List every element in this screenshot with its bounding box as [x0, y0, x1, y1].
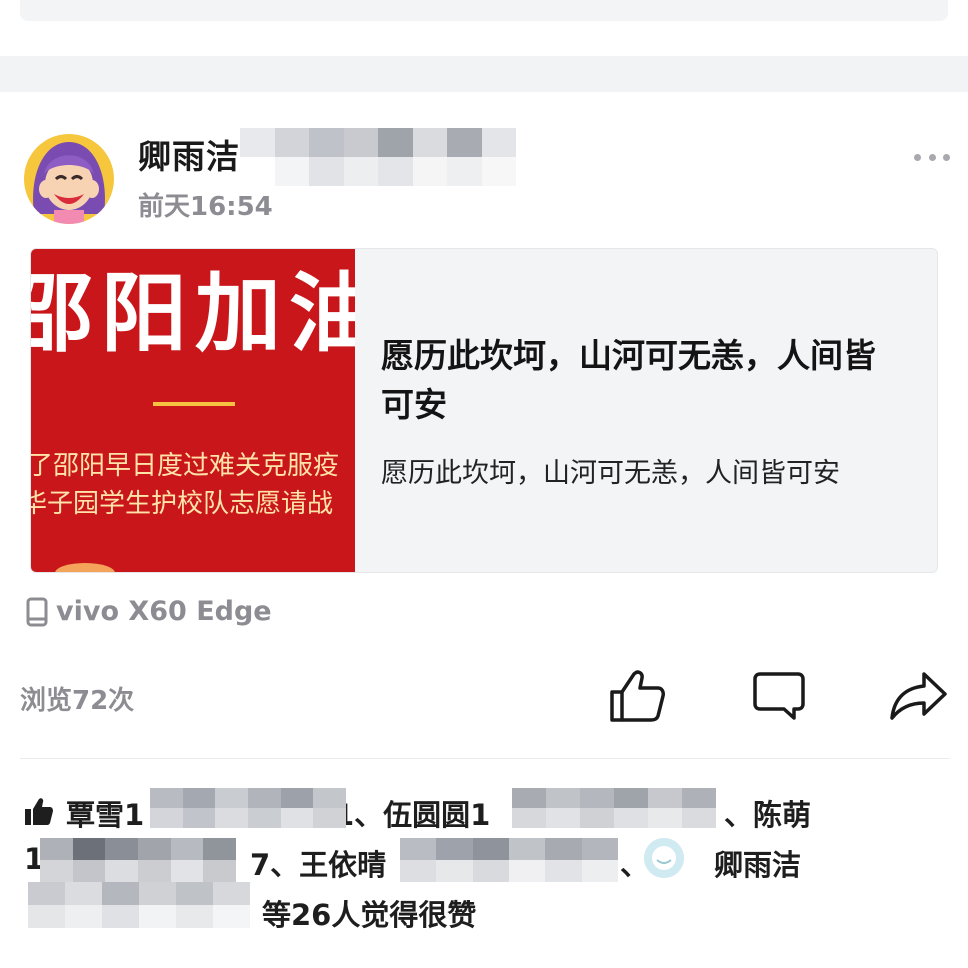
liker-avatar-icon [644, 838, 684, 878]
avatar[interactable] [644, 838, 684, 878]
thumbs-up-icon [610, 670, 665, 722]
more-options-button[interactable] [914, 148, 950, 166]
link-description: 愿历此坎坷，山河可无恙，人间皆可安 [381, 458, 840, 489]
avatar[interactable] [24, 134, 114, 224]
more-dots-icon [943, 153, 950, 161]
liker-name[interactable]: 7、王依晴 [250, 842, 386, 884]
redacted-mosaic [512, 788, 716, 828]
liker-name[interactable]: 卿雨洁 [714, 842, 801, 884]
comment-icon [753, 672, 805, 720]
device-info: vivo X60 Edge [26, 596, 272, 627]
like-button[interactable] [608, 668, 666, 724]
comment-button[interactable] [752, 670, 806, 722]
redacted-mosaic [240, 128, 516, 186]
link-title: 愿历此坎坷，山河可无恙，人间皆可安 [381, 336, 876, 424]
liker-name[interactable]: 1、伍圆圆1 [334, 792, 490, 834]
thumbnail-title: 邵阳加油 [31, 264, 355, 364]
thumbnail-divider [153, 402, 235, 406]
share-arrow-icon [890, 672, 947, 720]
liker-name[interactable]: 、陈萌 [724, 792, 811, 834]
more-dots-icon [928, 153, 936, 161]
thumbnail-line: 了邵阳早日度过难关克服疫 [31, 451, 340, 481]
shared-link-card[interactable]: 邵阳加油 了邵阳早日度过难关克服疫 华子园学生护校队志愿请战 愿历此坎坷，山河可… [30, 248, 938, 573]
liker-name[interactable]: 覃雪1 [66, 792, 144, 834]
redacted-mosaic [150, 788, 346, 828]
redacted-mosaic [28, 882, 250, 928]
link-thumbnail: 邵阳加油 了邵阳早日度过难关克服疫 华子园学生护校队志愿请战 [31, 249, 355, 572]
post-time: 前天16:54 [138, 192, 273, 222]
comment-input-bar[interactable] [20, 0, 948, 21]
phone-icon [26, 597, 48, 626]
thumbnail-decoration [55, 563, 115, 572]
device-name: vivo X60 Edge [56, 596, 272, 627]
likes-divider [20, 758, 950, 759]
post-page: 卿雨洁1 前天16:54 邵阳加油 了邵阳早日度过难关克服疫 华子园学生护校队志… [0, 0, 968, 968]
section-separator [0, 56, 968, 92]
likes-total[interactable]: 等26人觉得很赞 [262, 892, 476, 934]
thumbs-up-icon [25, 798, 53, 825]
thumbnail-line: 华子园学生护校队志愿请战 [31, 489, 334, 519]
avatar-illustration [24, 134, 114, 224]
view-count: 浏览72次 [20, 686, 135, 716]
more-dots-icon [914, 153, 921, 161]
share-button[interactable] [888, 670, 948, 722]
redacted-mosaic [400, 838, 618, 882]
redacted-mosaic [40, 838, 236, 882]
